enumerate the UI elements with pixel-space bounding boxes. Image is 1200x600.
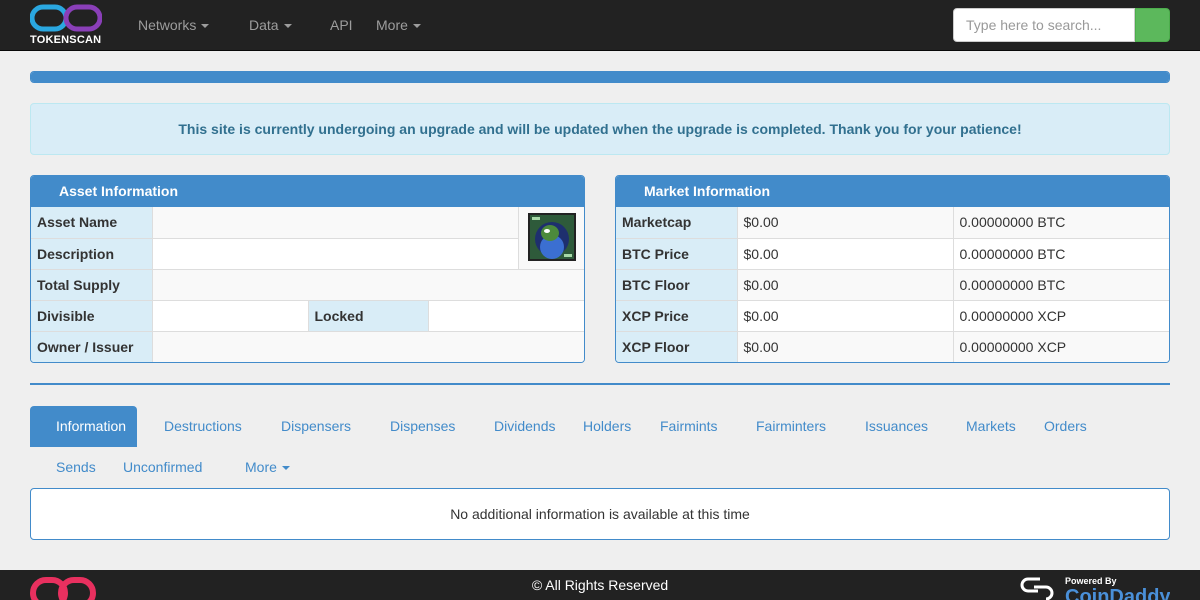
owner-issuer-label: Owner / Issuer: [31, 330, 153, 362]
asset-panel-title: Asset Information: [31, 176, 584, 207]
divisible-value: [151, 299, 309, 332]
table-row: XCP Floor $0.00 0.00000000 XCP: [616, 330, 1169, 362]
table-row: Owner / Issuer: [31, 330, 584, 362]
caret-down-icon: [283, 24, 292, 29]
powered-by-coindaddy[interactable]: Powered By CoinDaddy: [1020, 575, 1170, 600]
table-row: XCP Price $0.00 0.00000000 XCP: [616, 299, 1169, 332]
asset-name-value: [151, 207, 519, 239]
caret-down-icon: [412, 24, 421, 29]
tab-markets[interactable]: Markets: [966, 406, 1016, 447]
tab-issuances[interactable]: Issuances: [865, 406, 928, 447]
nav-data[interactable]: Data: [249, 0, 292, 50]
nav-more-label: More: [376, 17, 408, 33]
xcp-price-usd: $0.00: [736, 299, 954, 332]
asset-image[interactable]: [527, 213, 576, 262]
progress-bar: [30, 71, 1170, 83]
btc-floor-native: 0.00000000 BTC: [952, 268, 1169, 301]
divisible-label: Divisible: [31, 299, 153, 332]
locked-value: [427, 299, 584, 332]
asset-information-panel: Asset Information Asset Name Description…: [30, 175, 585, 363]
market-table: Marketcap $0.00 0.00000000 BTC BTC Price…: [616, 207, 1169, 362]
table-row: BTC Floor $0.00 0.00000000 BTC: [616, 268, 1169, 301]
navbar: TOKENSCAN Networks Data API More: [0, 0, 1200, 51]
nav-data-label: Data: [249, 17, 279, 33]
nav-more[interactable]: More: [376, 0, 421, 50]
search-input[interactable]: [953, 8, 1135, 42]
xcp-floor-native: 0.00000000 XCP: [952, 330, 1169, 362]
xcp-price-label: XCP Price: [616, 299, 738, 332]
marketcap-usd: $0.00: [736, 207, 954, 239]
nav-networks[interactable]: Networks: [138, 0, 210, 50]
description-label: Description: [31, 237, 153, 270]
nav-api[interactable]: API: [330, 0, 353, 50]
section-divider: [30, 383, 1170, 385]
marketcap-native: 0.00000000 BTC: [952, 207, 1169, 239]
tab-dispensers[interactable]: Dispensers: [281, 406, 351, 447]
pepe-avatar-icon: [529, 215, 574, 260]
information-content: No additional information is available a…: [30, 488, 1170, 540]
marketcap-label: Marketcap: [616, 207, 738, 239]
tab-information[interactable]: Information: [30, 406, 137, 447]
table-row: Asset Name: [31, 207, 584, 270]
brand-name: TOKENSCAN: [30, 34, 102, 46]
caret-down-icon: [201, 24, 210, 29]
upgrade-notice: This site is currently undergoing an upg…: [30, 103, 1170, 155]
btc-price-native: 0.00000000 BTC: [952, 237, 1169, 270]
table-row: Marketcap $0.00 0.00000000 BTC: [616, 207, 1169, 239]
tab-orders[interactable]: Orders: [1044, 406, 1087, 447]
btc-floor-usd: $0.00: [736, 268, 954, 301]
market-information-panel: Market Information Marketcap $0.00 0.000…: [615, 175, 1170, 363]
tab-dividends[interactable]: Dividends: [494, 406, 555, 447]
locked-label: Locked: [307, 299, 429, 332]
tab-dispenses[interactable]: Dispenses: [390, 406, 455, 447]
infinity-logo-icon: [30, 4, 102, 32]
table-row: Description: [31, 237, 584, 270]
table-row: Total Supply: [31, 268, 584, 301]
asset-table: Asset Name Description Total Supply Divi…: [31, 207, 584, 362]
nav-networks-label: Networks: [138, 17, 197, 33]
coindaddy-logo-icon: [1020, 577, 1054, 600]
caret-down-icon: [281, 466, 290, 471]
xcp-price-native: 0.00000000 XCP: [952, 299, 1169, 332]
description-value: [151, 237, 519, 270]
nav-api-label: API: [330, 17, 353, 33]
tab-fairminters[interactable]: Fairminters: [756, 406, 826, 447]
powered-by-label: Powered By: [1065, 576, 1117, 586]
progress-fill: [31, 72, 1169, 82]
tab-sends[interactable]: Sends: [56, 447, 96, 488]
tab-destructions[interactable]: Destructions: [164, 406, 242, 447]
owner-issuer-value: [151, 330, 584, 362]
tab-fairmints[interactable]: Fairmints: [660, 406, 718, 447]
asset-image-cell: [517, 207, 584, 270]
table-row: Divisible Locked: [31, 299, 584, 332]
market-panel-title: Market Information: [616, 176, 1169, 207]
total-supply-label: Total Supply: [31, 268, 153, 301]
brand-logo[interactable]: TOKENSCAN: [30, 3, 102, 47]
tab-unconfirmed[interactable]: Unconfirmed: [123, 447, 202, 488]
xcp-floor-label: XCP Floor: [616, 330, 738, 362]
table-row: BTC Price $0.00 0.00000000 BTC: [616, 237, 1169, 270]
xcp-floor-usd: $0.00: [736, 330, 954, 362]
search-button[interactable]: [1135, 8, 1170, 42]
btc-floor-label: BTC Floor: [616, 268, 738, 301]
total-supply-value: [151, 268, 584, 301]
tab-more-label: More: [245, 459, 277, 475]
btc-price-usd: $0.00: [736, 237, 954, 270]
powered-by-brand: CoinDaddy: [1065, 586, 1170, 600]
asset-name-label: Asset Name: [31, 207, 153, 239]
footer: © All Rights Reserved Powered By CoinDad…: [0, 570, 1200, 600]
tab-more[interactable]: More: [245, 447, 290, 488]
tab-holders[interactable]: Holders: [583, 406, 631, 447]
btc-price-label: BTC Price: [616, 237, 738, 270]
